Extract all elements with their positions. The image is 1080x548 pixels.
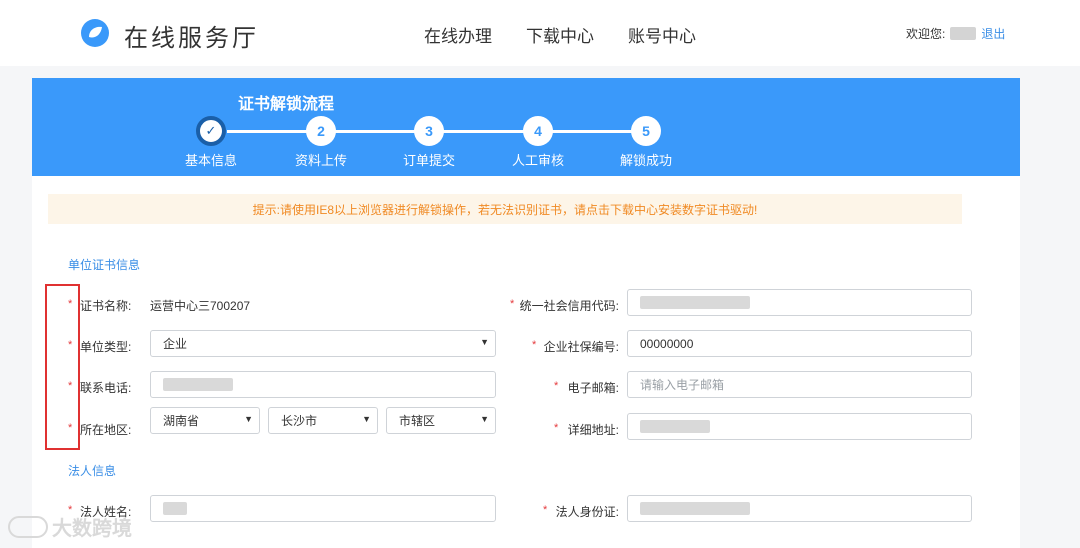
legal-id-label: 法人身份证: bbox=[555, 505, 619, 519]
logout-link[interactable]: 退出 bbox=[981, 25, 1005, 42]
cert-name-label: 证书名称: bbox=[80, 299, 132, 313]
address-field[interactable] bbox=[627, 413, 972, 440]
address-blurred bbox=[640, 420, 710, 433]
step-5-circle: 5 bbox=[631, 116, 661, 146]
social-no-value: 00000000 bbox=[640, 336, 694, 351]
main-nav: 在线办理 下载中心 账号中心 bbox=[424, 22, 696, 47]
watermark-logo-icon bbox=[8, 515, 48, 538]
step-1-label: 基本信息 bbox=[184, 153, 237, 168]
phone-field[interactable] bbox=[150, 371, 496, 398]
welcome-area: 欢迎您: 退出 bbox=[906, 25, 1005, 42]
email-label: 电子邮箱: bbox=[567, 381, 619, 395]
unit-type-select[interactable]: 企业 ▼ bbox=[150, 330, 496, 357]
main-panel: 证书解锁流程 ✓ 2 3 4 5 基本信息 资料上传 订单提交 人工审核 解锁成… bbox=[32, 78, 1020, 548]
province-select[interactable]: 湖南省 ▼ bbox=[150, 407, 260, 434]
city-value: 长沙市 bbox=[281, 414, 318, 428]
legal-id-blurred bbox=[640, 502, 750, 515]
credit-code-blurred bbox=[640, 296, 750, 309]
step-5-label: 解锁成功 bbox=[619, 153, 672, 168]
province-value: 湖南省 bbox=[163, 414, 200, 428]
watermark: 大数跨境 bbox=[8, 512, 132, 541]
email-field[interactable]: 请输入电子邮箱 bbox=[627, 371, 972, 398]
username-blurred bbox=[950, 27, 977, 40]
top-bar: 在线服务厅 在线办理 下载中心 账号中心 欢迎您: 退出 bbox=[0, 0, 1080, 66]
step-4-label: 人工审核 bbox=[511, 153, 564, 168]
nav-download-center[interactable]: 下载中心 bbox=[526, 22, 594, 47]
nav-account-center[interactable]: 账号中心 bbox=[628, 22, 696, 47]
dropdown-caret-icon: ▼ bbox=[244, 414, 253, 424]
watermark-text: 大数跨境 bbox=[52, 518, 132, 540]
flow-title: 证书解锁流程 bbox=[238, 96, 335, 113]
region-label: 所在地区: bbox=[80, 423, 132, 437]
social-no-field[interactable]: 00000000 bbox=[627, 330, 972, 357]
step-2-circle: 2 bbox=[306, 116, 336, 146]
welcome-text: 欢迎您: bbox=[906, 27, 946, 41]
address-label: 详细地址: bbox=[567, 423, 619, 437]
section-unit-cert-info: 单位证书信息 bbox=[68, 258, 141, 272]
credit-code-field[interactable] bbox=[627, 289, 972, 316]
city-select[interactable]: 长沙市 ▼ bbox=[268, 407, 378, 434]
phone-blurred bbox=[163, 378, 233, 391]
email-placeholder: 请输入电子邮箱 bbox=[640, 378, 725, 392]
flow-banner: 证书解锁流程 ✓ 2 3 4 5 基本信息 资料上传 订单提交 人工审核 解锁成… bbox=[32, 78, 1020, 176]
required-marks-highlight-box bbox=[45, 284, 80, 450]
phone-label: 联系电话: bbox=[80, 381, 132, 395]
step-1-check-icon: ✓ bbox=[196, 116, 226, 146]
district-value: 市辖区 bbox=[399, 414, 436, 428]
unit-type-value: 企业 bbox=[163, 337, 188, 351]
legal-id-field[interactable] bbox=[627, 495, 972, 522]
dropdown-caret-icon: ▼ bbox=[480, 337, 489, 347]
district-select[interactable]: 市辖区 ▼ bbox=[386, 407, 496, 434]
legal-name-field[interactable] bbox=[150, 495, 496, 522]
dropdown-caret-icon: ▼ bbox=[480, 414, 489, 424]
dropdown-caret-icon: ▼ bbox=[362, 414, 371, 424]
legal-name-blurred bbox=[163, 502, 187, 515]
step-2-label: 资料上传 bbox=[294, 153, 347, 168]
logo-icon bbox=[81, 19, 109, 47]
credit-code-label: 统一社会信用代码: bbox=[519, 299, 619, 313]
section-legal-info: 法人信息 bbox=[68, 464, 117, 478]
brand-title: 在线服务厅 bbox=[124, 24, 259, 52]
cert-name-value: 运营中心三700207 bbox=[150, 299, 251, 313]
nav-online-service[interactable]: 在线办理 bbox=[424, 22, 492, 47]
step-4-circle: 4 bbox=[523, 116, 553, 146]
browser-notice: 提示:请使用IE8以上浏览器进行解锁操作，若无法识别证书，请点击下载中心安装数字… bbox=[48, 194, 962, 224]
social-no-label: 企业社保编号: bbox=[543, 340, 619, 354]
step-3-circle: 3 bbox=[414, 116, 444, 146]
step-3-label: 订单提交 bbox=[402, 153, 455, 168]
unit-type-label: 单位类型: bbox=[80, 340, 132, 354]
